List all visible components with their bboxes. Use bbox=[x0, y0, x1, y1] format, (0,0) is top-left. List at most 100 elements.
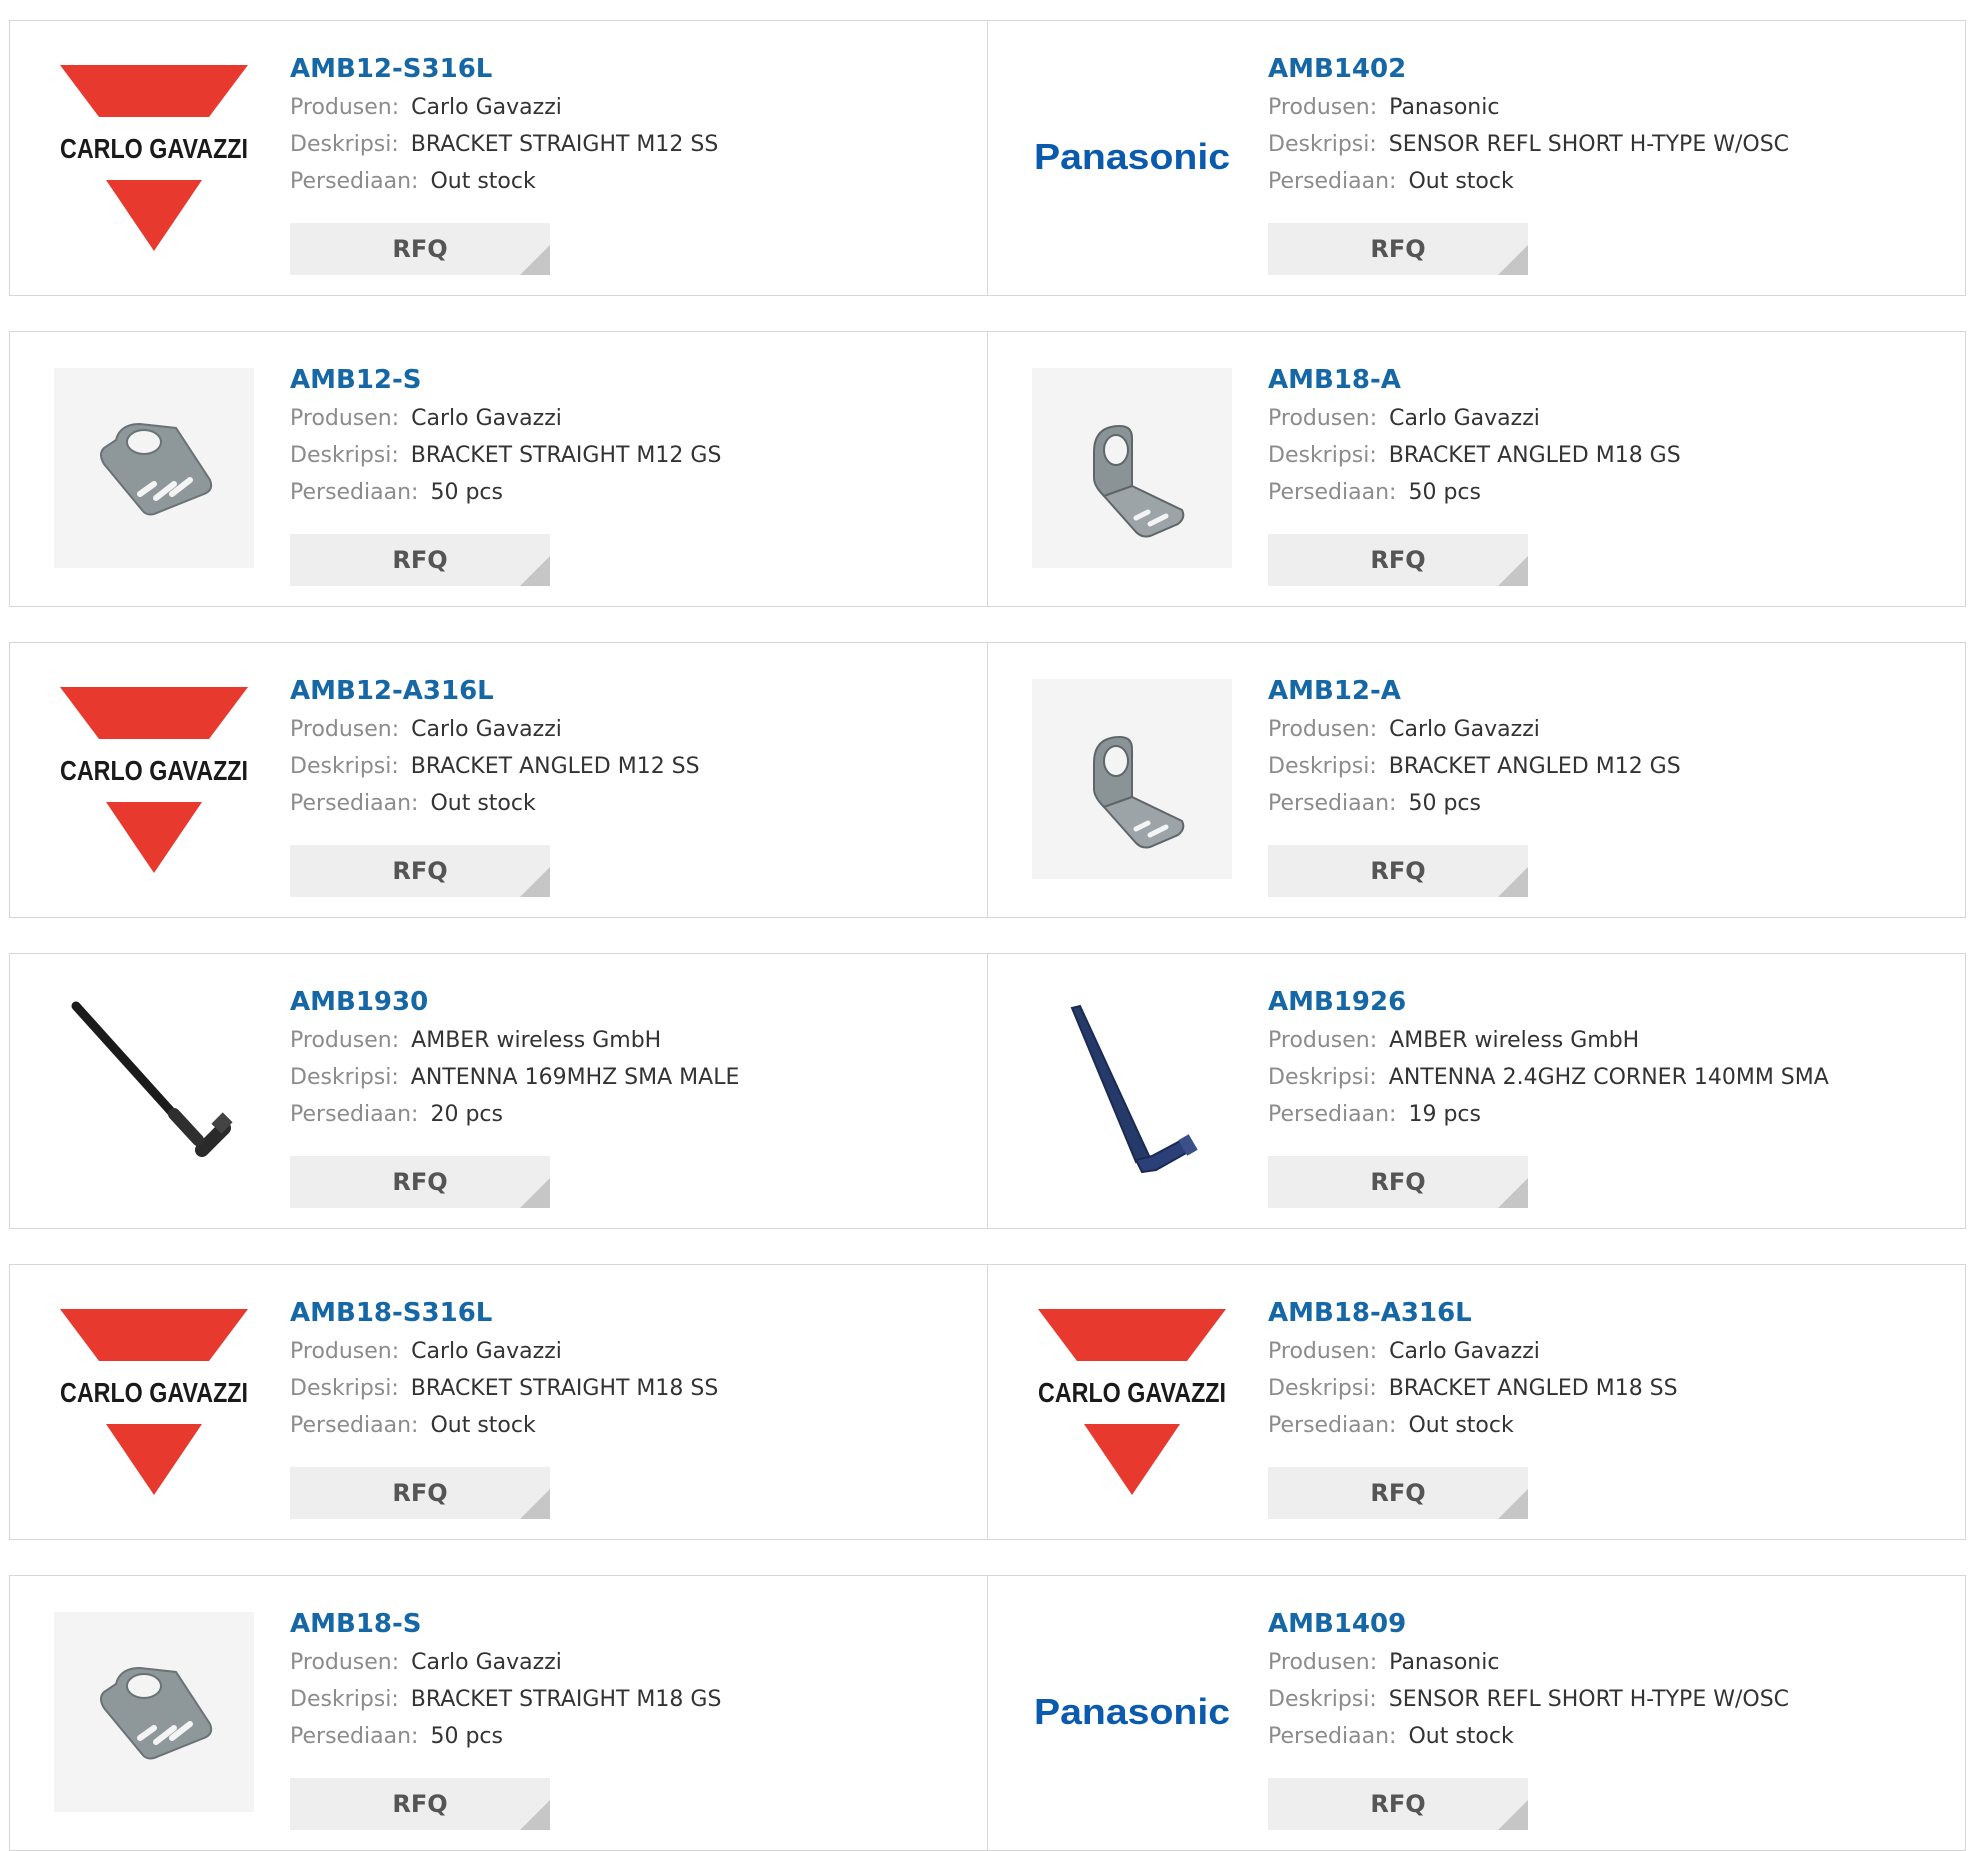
stock-value: 50 pcs bbox=[430, 1724, 503, 1749]
description-value: BRACKET STRAIGHT M12 SS bbox=[410, 132, 719, 157]
rfq-corner-decoration bbox=[1498, 867, 1528, 897]
manufacturer-label: Produsen: bbox=[1268, 1028, 1378, 1053]
stock-label: Persediaan: bbox=[1268, 480, 1397, 505]
rfq-label: RFQ bbox=[392, 1168, 448, 1196]
product-info: AMB18-A Produsen: Carlo Gavazzi Deskripsi… bbox=[1268, 360, 1945, 511]
product-card: CARLO GAVAZZI AMB12-S316L Produsen: Carlo… bbox=[9, 20, 988, 296]
manufacturer-label: Produsen: bbox=[1268, 406, 1378, 431]
rfq-button[interactable]: RFQ bbox=[290, 534, 550, 586]
panasonic-logo[interactable]: Panasonic bbox=[1028, 53, 1236, 261]
manufacturer-value: Carlo Gavazzi bbox=[411, 1650, 562, 1675]
carlo-gavazzi-logo-text: CARLO GAVAZZI bbox=[60, 755, 248, 786]
stock-row: Persediaan: Out stock bbox=[1268, 1718, 1945, 1755]
antenna-black-icon[interactable] bbox=[50, 986, 258, 1194]
rfq-label: RFQ bbox=[1370, 235, 1426, 263]
stock-row: Persediaan: Out stock bbox=[290, 785, 967, 822]
rfq-corner-decoration bbox=[1498, 1489, 1528, 1519]
description-value: BRACKET ANGLED M12 GS bbox=[1388, 754, 1681, 779]
stock-row: Persediaan: 50 pcs bbox=[1268, 785, 1945, 822]
manufacturer-value: Panasonic bbox=[1389, 95, 1500, 120]
antenna-blue-icon[interactable] bbox=[1028, 986, 1236, 1194]
product-card: AMB12-A Produsen: Carlo Gavazzi Deskripsi… bbox=[987, 642, 1966, 918]
manufacturer-row: Produsen: Carlo Gavazzi bbox=[290, 711, 967, 748]
manufacturer-label: Produsen: bbox=[1268, 95, 1378, 120]
stock-row: Persediaan: Out stock bbox=[1268, 1407, 1945, 1444]
part-number-link[interactable]: AMB12-S316L bbox=[290, 49, 492, 89]
rfq-button[interactable]: RFQ bbox=[1268, 1778, 1528, 1830]
product-card: Panasonic AMB1402 Produsen: Panasonic Des… bbox=[987, 20, 1966, 296]
rfq-button[interactable]: RFQ bbox=[1268, 223, 1528, 275]
stock-row: Persediaan: 50 pcs bbox=[290, 1718, 967, 1755]
manufacturer-row: Produsen: AMBER wireless GmbH bbox=[290, 1022, 967, 1059]
part-number-link[interactable]: AMB18-A bbox=[1268, 360, 1401, 400]
rfq-button[interactable]: RFQ bbox=[290, 845, 550, 897]
rfq-button[interactable]: RFQ bbox=[1268, 534, 1528, 586]
description-label: Deskripsi: bbox=[290, 132, 399, 157]
bracket-straight-icon[interactable] bbox=[50, 1608, 258, 1816]
rfq-button[interactable]: RFQ bbox=[1268, 1156, 1528, 1208]
rfq-button[interactable]: RFQ bbox=[290, 1467, 550, 1519]
rfq-button[interactable]: RFQ bbox=[290, 1778, 550, 1830]
manufacturer-label: Produsen: bbox=[290, 95, 400, 120]
description-row: Deskripsi: BRACKET ANGLED M12 SS bbox=[290, 748, 967, 785]
description-row: Deskripsi: BRACKET STRAIGHT M18 SS bbox=[290, 1370, 967, 1407]
part-number-link[interactable]: AMB12-A316L bbox=[290, 671, 494, 711]
bracket-straight-icon[interactable] bbox=[50, 364, 258, 572]
rfq-button[interactable]: RFQ bbox=[290, 223, 550, 275]
stock-row: Persediaan: 50 pcs bbox=[1268, 474, 1945, 511]
stock-label: Persediaan: bbox=[1268, 1102, 1397, 1127]
part-number-link[interactable]: AMB12-S bbox=[290, 360, 422, 400]
carlo-gavazzi-logo[interactable]: CARLO GAVAZZI bbox=[50, 1297, 258, 1505]
description-value: BRACKET ANGLED M18 GS bbox=[1388, 443, 1681, 468]
description-label: Deskripsi: bbox=[1268, 443, 1377, 468]
product-card: CARLO GAVAZZI AMB18-S316L Produsen: Carlo… bbox=[9, 1264, 988, 1540]
manufacturer-value: Carlo Gavazzi bbox=[411, 1339, 562, 1364]
description-value: BRACKET STRAIGHT M18 GS bbox=[410, 1687, 722, 1712]
description-row: Deskripsi: BRACKET ANGLED M18 SS bbox=[1268, 1370, 1945, 1407]
part-number-link[interactable]: AMB18-S316L bbox=[290, 1293, 492, 1333]
description-value: ANTENNA 169MHZ SMA MALE bbox=[410, 1065, 740, 1090]
rfq-button[interactable]: RFQ bbox=[1268, 845, 1528, 897]
part-number-link[interactable]: AMB1926 bbox=[1268, 982, 1406, 1022]
rfq-button[interactable]: RFQ bbox=[1268, 1467, 1528, 1519]
carlo-gavazzi-logo[interactable]: CARLO GAVAZZI bbox=[1028, 1297, 1236, 1505]
carlo-gavazzi-logo[interactable]: CARLO GAVAZZI bbox=[50, 53, 258, 261]
description-row: Deskripsi: SENSOR REFL SHORT H-TYPE W/OSC bbox=[1268, 126, 1945, 163]
description-label: Deskripsi: bbox=[1268, 1065, 1377, 1090]
product-info: AMB18-S Produsen: Carlo Gavazzi Deskripsi… bbox=[290, 1604, 967, 1755]
part-number-link[interactable]: AMB1402 bbox=[1268, 49, 1406, 89]
stock-value: 50 pcs bbox=[1408, 791, 1481, 816]
rfq-corner-decoration bbox=[520, 867, 550, 897]
rfq-button[interactable]: RFQ bbox=[290, 1156, 550, 1208]
panasonic-logo[interactable]: Panasonic bbox=[1028, 1608, 1236, 1816]
part-number-link[interactable]: AMB1409 bbox=[1268, 1604, 1406, 1644]
bracket-angled-icon[interactable] bbox=[1028, 364, 1236, 572]
manufacturer-row: Produsen: Carlo Gavazzi bbox=[1268, 1333, 1945, 1370]
part-number-link[interactable]: AMB18-S bbox=[290, 1604, 422, 1644]
product-info: AMB1409 Produsen: Panasonic Deskripsi: SEN… bbox=[1268, 1604, 1945, 1755]
description-row: Deskripsi: ANTENNA 2.4GHZ CORNER 140MM SM… bbox=[1268, 1059, 1945, 1096]
description-value: SENSOR REFL SHORT H-TYPE W/OSC bbox=[1388, 132, 1790, 157]
part-number-link[interactable]: AMB12-A bbox=[1268, 671, 1401, 711]
stock-value: 20 pcs bbox=[430, 1102, 503, 1127]
product-card: AMB1930 Produsen: AMBER wireless GmbH Des… bbox=[9, 953, 988, 1229]
description-value: ANTENNA 2.4GHZ CORNER 140MM SMA bbox=[1388, 1065, 1829, 1090]
stock-label: Persediaan: bbox=[290, 1724, 419, 1749]
product-info: AMB1402 Produsen: Panasonic Deskripsi: SEN… bbox=[1268, 49, 1945, 200]
rfq-corner-decoration bbox=[520, 1178, 550, 1208]
stock-value: Out stock bbox=[1408, 169, 1514, 194]
part-number-link[interactable]: AMB18-A316L bbox=[1268, 1293, 1472, 1333]
product-info: AMB1926 Produsen: AMBER wireless GmbH Des… bbox=[1268, 982, 1945, 1133]
carlo-gavazzi-logo-text: CARLO GAVAZZI bbox=[60, 133, 248, 164]
stock-value: 19 pcs bbox=[1408, 1102, 1481, 1127]
stock-row: Persediaan: 50 pcs bbox=[290, 474, 967, 511]
rfq-label: RFQ bbox=[1370, 1479, 1426, 1507]
part-number-link[interactable]: AMB1930 bbox=[290, 982, 428, 1022]
manufacturer-row: Produsen: Carlo Gavazzi bbox=[290, 89, 967, 126]
carlo-gavazzi-logo[interactable]: CARLO GAVAZZI bbox=[50, 675, 258, 883]
bracket-angled-icon[interactable] bbox=[1028, 675, 1236, 883]
product-info: AMB18-S316L Produsen: Carlo Gavazzi Deskr… bbox=[290, 1293, 967, 1444]
manufacturer-row: Produsen: Carlo Gavazzi bbox=[290, 1644, 967, 1681]
description-label: Deskripsi: bbox=[290, 754, 399, 779]
rfq-corner-decoration bbox=[520, 556, 550, 586]
